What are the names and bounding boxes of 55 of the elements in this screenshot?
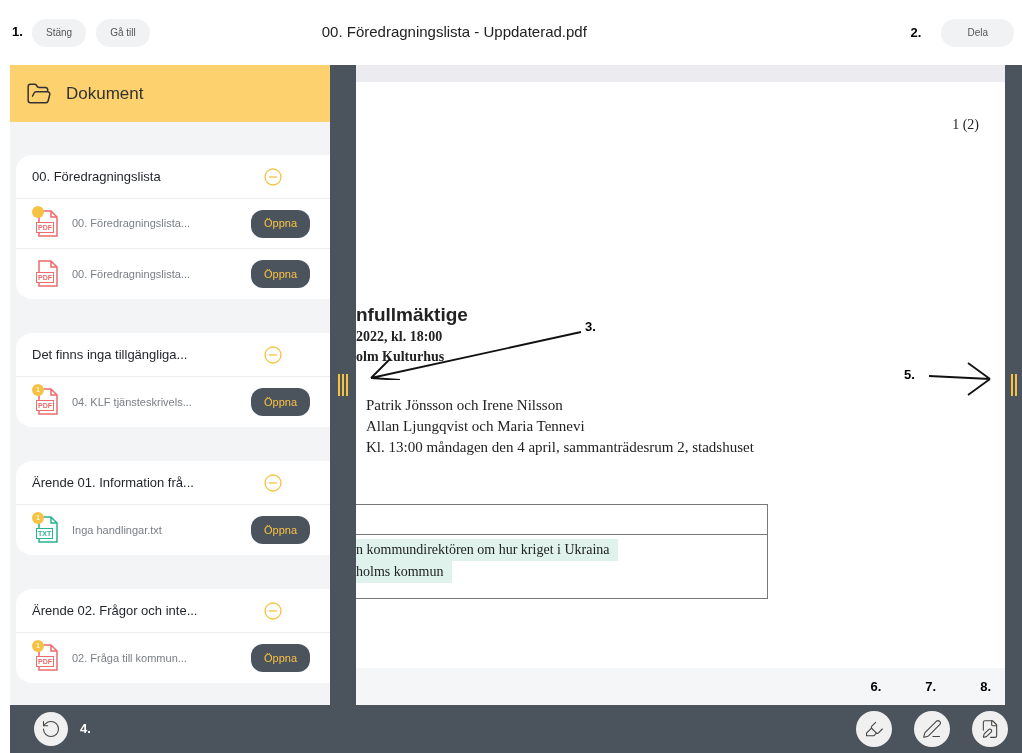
file-icon [36,388,60,416]
annotation-label: 4. [80,720,91,739]
count-badge: 1 [32,640,44,652]
annotation-label: 6. [870,677,882,696]
file-name: 00. Föredragningslista... [72,216,191,232]
file-icon [36,209,60,238]
file-icon [36,644,60,672]
pen-button[interactable] [914,711,950,747]
file-name: 00. Föredragningslista... [72,266,191,282]
group-title: Ärende 01. Information frå... [32,473,194,492]
annotation-label: 3. [585,318,596,336]
annotation-label: 7. [925,677,937,696]
share-button[interactable]: Dela [941,18,1014,47]
drag-handle-icon[interactable] [337,374,349,396]
toolbar-button[interactable]: Stäng [32,18,87,47]
open-button[interactable]: Öppna [250,260,310,288]
document-text: 2022, kl. 18:00 [356,328,443,346]
file-icon [36,516,60,544]
file-name: 02. Fråga till kommun... [72,650,188,666]
document-text: olm Kulturhus [356,348,445,366]
notes-icon [980,719,1000,739]
undo-button[interactable] [34,712,68,746]
arrow-annotation [928,361,992,397]
annotation-label: 1. [12,23,23,41]
pen-icon [922,719,942,739]
highlighted-text: holms kommun [356,561,452,583]
highlighted-text: n kommundirektören om hur kriget i Ukraina [356,539,618,561]
annotation-label: 2. [910,23,922,42]
sidebar-title: Dokument [66,82,144,105]
notes-button[interactable] [972,711,1008,747]
open-button[interactable]: Öppna [250,644,310,672]
annotation-label: 8. [980,677,991,696]
file-icon [36,260,60,288]
annotation-label: 5. [904,366,915,384]
window-title: 00. Föredragningslista - Uppdaterad.pdf [321,22,587,43]
group-title: Det finns inga tillgängliga... [32,345,188,364]
drag-handle-icon[interactable] [1009,374,1018,396]
group-title: 00. Föredragningslista [32,167,161,186]
undo-icon [41,719,61,739]
open-button[interactable]: Öppna [250,209,310,238]
document-text: Kl. 13:00 måndagen den 4 april, sammanträdesrum 2, stadshuset [366,438,754,457]
group-title: Ärende 02. Frågor och inte... [32,601,198,620]
file-name: Inga handlingar.txt [72,522,163,538]
toolbar-button[interactable]: Gå till [96,18,150,47]
document-text: Patrik Jönsson och Irene Nilsson [366,396,563,415]
count-badge: 1 [32,384,44,396]
page-number: 1 (2) [952,116,979,134]
document-heading: nfullmäktige [356,303,468,327]
open-button[interactable]: Öppna [250,516,310,544]
file-name: 04. KLF tjänsteskrivels... [72,394,193,410]
highlighter-icon [864,719,884,739]
document-text: Allan Ljungqvist och Maria Tennevi [366,417,585,436]
count-badge: 1 [32,512,44,524]
open-button[interactable]: Öppna [250,388,310,416]
highlighter-button[interactable] [856,711,892,747]
